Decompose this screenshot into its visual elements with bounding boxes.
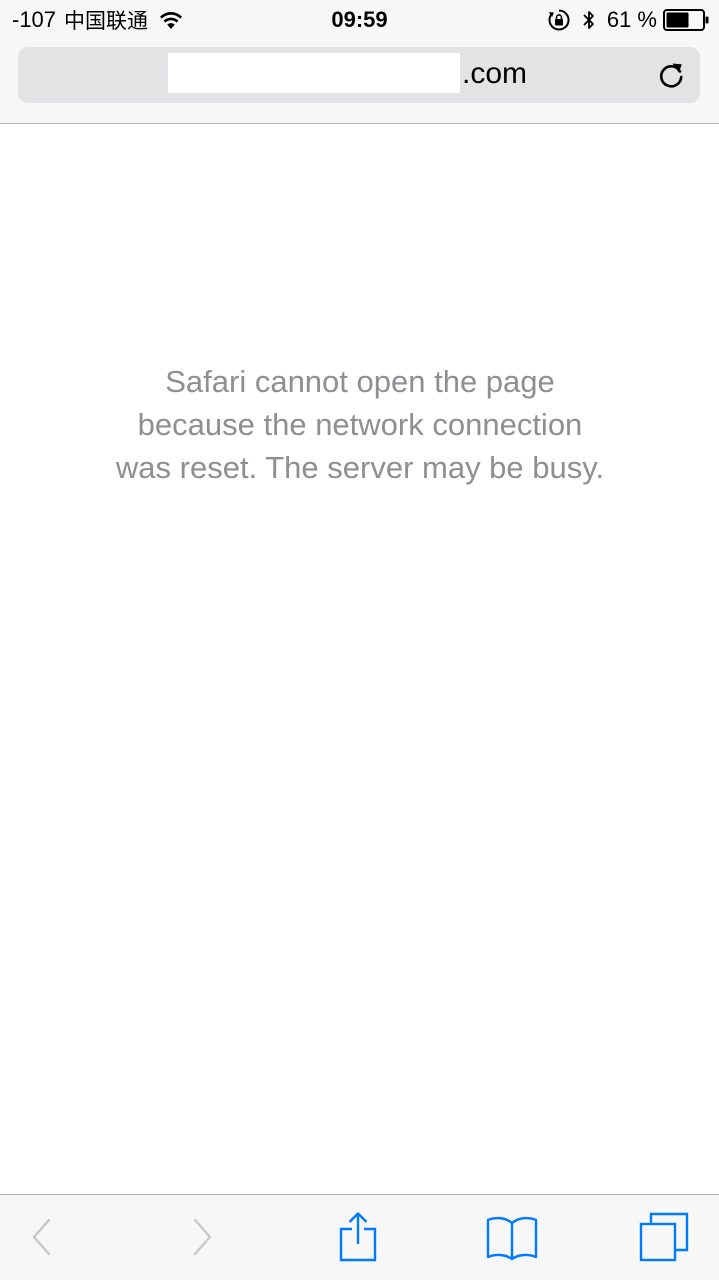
safari-screen: -107 中国联通 09:59 61 % .com Safari cannot … [0,0,719,1280]
bookmarks-button[interactable] [484,1209,540,1265]
status-right: 61 % [547,7,709,33]
status-bar: -107 中国联通 09:59 61 % [0,0,719,40]
error-line-2: because the network connection [137,407,583,442]
error-message: Safari cannot open the page because the … [60,360,660,489]
back-button[interactable] [14,1209,70,1265]
forward-icon [193,1218,212,1256]
reload-icon[interactable] [656,59,686,91]
battery-icon [663,9,709,31]
tabs-button[interactable] [636,1209,692,1265]
address-bar[interactable]: .com [18,47,700,103]
bookmarks-icon [486,1216,538,1261]
share-icon [339,1212,377,1262]
top-chrome: -107 中国联通 09:59 61 % .com [0,0,719,124]
forward-button[interactable] [174,1209,230,1265]
error-line-1: Safari cannot open the page [165,364,555,399]
share-button[interactable] [330,1209,386,1265]
error-line-3: was reset. The server may be busy. [115,450,605,485]
bluetooth-icon [583,11,594,29]
redacted-domain [168,53,460,93]
url-text: .com [462,57,528,90]
back-icon [32,1218,51,1256]
tabs-icon [639,1212,689,1262]
rotation-lock-icon [548,9,570,31]
bottom-toolbar [0,1194,719,1280]
battery-percentage: 61 % [606,7,657,32]
